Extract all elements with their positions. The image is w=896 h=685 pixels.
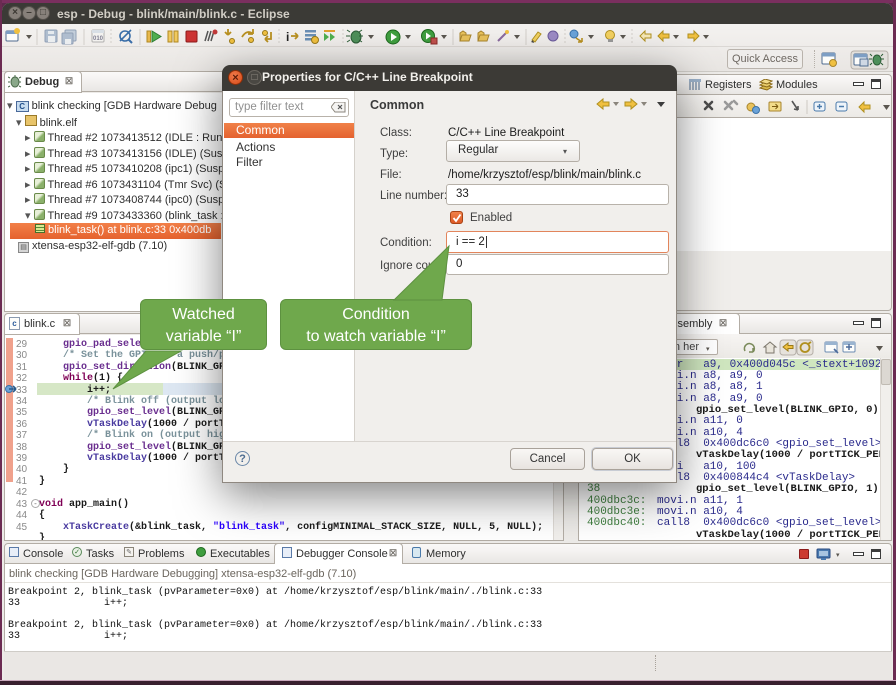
svg-text:010: 010	[93, 36, 104, 42]
svg-text:i: i	[286, 30, 289, 44]
